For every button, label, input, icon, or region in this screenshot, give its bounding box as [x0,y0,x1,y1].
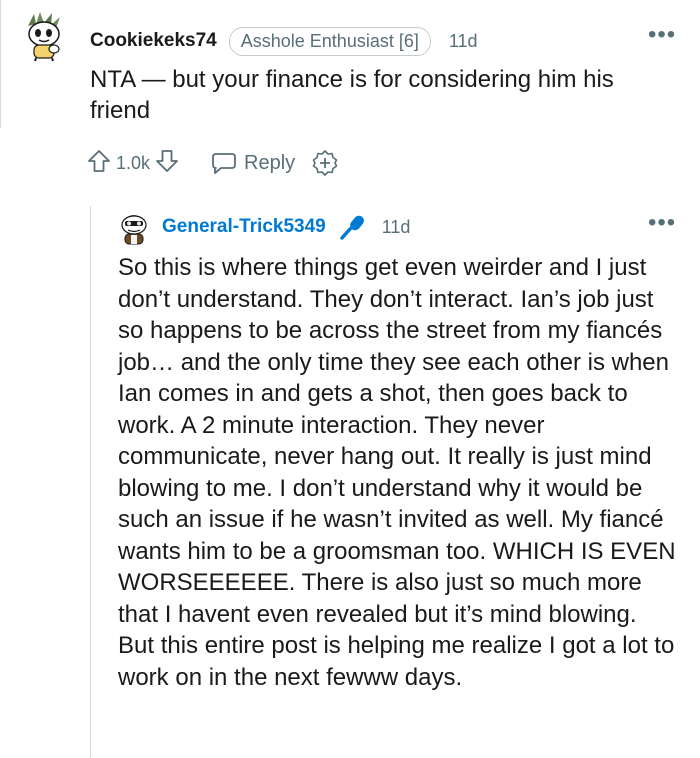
comment-bubble-icon [212,153,236,174]
downvote-icon[interactable] [154,148,180,179]
comment-meta: General-Trick5349 11d [162,212,410,242]
vote-count: 1.0k [116,152,151,173]
comment-body: NTA — but your finance is for considerin… [90,66,614,124]
avatar[interactable] [117,210,151,246]
reply-label: Reply [244,151,296,174]
thread-line[interactable] [0,0,1,128]
more-options-icon[interactable]: ••• [648,23,676,47]
upvote-icon[interactable] [86,148,112,179]
username[interactable]: Cookiekeks74 [90,30,217,52]
snoo-avatar-icon [121,215,147,245]
thread-line[interactable] [90,206,91,758]
avatar[interactable] [22,12,66,62]
comment-meta: Cookiekeks74 Asshole Enthusiast [6] 11d [90,26,478,56]
reply-button[interactable]: Reply [210,151,295,175]
timestamp: 11d [381,216,411,237]
comment-body: So this is where things get even weirder… [118,254,676,691]
vote-controls: 1.0k [86,148,180,179]
comment-actions: 1.0k Reply [86,146,339,180]
snoo-avatar-icon [28,12,60,62]
more-options-icon[interactable]: ••• [648,211,676,235]
award-button[interactable] [311,149,339,177]
user-flair: Asshole Enthusiast [6] [228,26,431,56]
plus-badge-icon [312,150,338,176]
microphone-icon [338,212,368,242]
timestamp: 11d [448,30,478,51]
username[interactable]: General-Trick5349 [162,216,326,238]
